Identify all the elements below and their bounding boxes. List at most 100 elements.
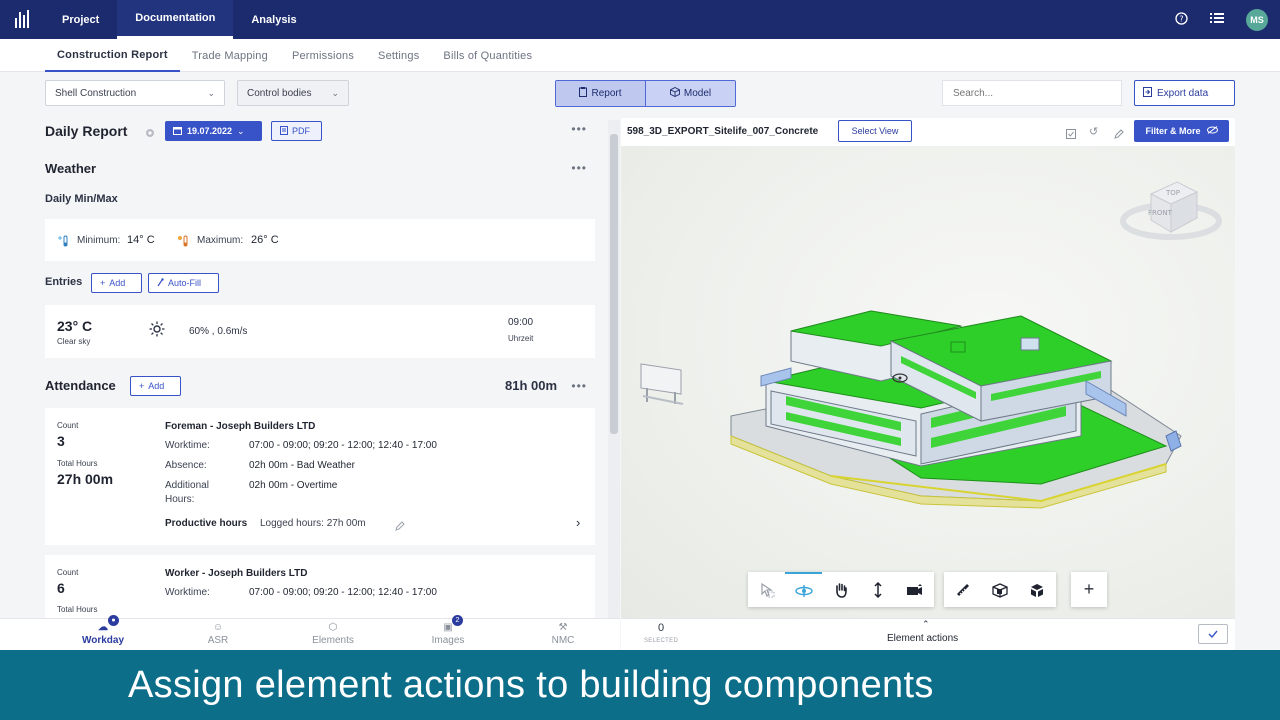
attendance-group-card[interactable]: Count 3 Total Hours 27h 00m Foreman - Jo… — [45, 408, 595, 545]
daily-report-panel: Daily Report 19.07.2022 ⌄ PDF ••• Weathe… — [45, 118, 597, 618]
select-box-icon[interactable] — [748, 572, 785, 607]
tab-construction-report[interactable]: Construction Report — [45, 39, 180, 72]
report-view-label: Report — [591, 88, 622, 99]
nmc-icon: ⚒ — [558, 622, 568, 633]
nav-documentation[interactable]: Documentation — [117, 0, 234, 39]
attendance-total: 81h 00m — [505, 378, 558, 393]
image-icon: ▣ — [443, 622, 453, 633]
images-label: Images — [431, 635, 465, 646]
edit-pencil-icon[interactable] — [395, 518, 405, 536]
app-logo-icon[interactable] — [0, 0, 44, 39]
ruler-icon[interactable] — [944, 572, 981, 607]
select-view-button[interactable]: Select View — [838, 120, 912, 142]
worktime-label: Worktime: — [165, 587, 210, 598]
plus-icon[interactable]: + — [1071, 572, 1107, 607]
element-actions-label[interactable]: Element actions — [887, 633, 958, 644]
chevron-down-icon: ⌄ — [331, 87, 339, 98]
cube-icon: ⬡ — [328, 622, 338, 633]
view-cube-icon[interactable]: TOP FRONT — [1120, 181, 1222, 240]
model-view-button[interactable]: Model — [645, 81, 735, 106]
control-bodies-value: Control bodies — [247, 87, 312, 99]
scrollbar-thumb[interactable] — [610, 134, 618, 434]
tab-permissions[interactable]: Permissions — [280, 39, 366, 72]
checkbox-icon[interactable] — [1066, 126, 1076, 144]
help-icon[interactable]: ? — [1175, 11, 1188, 28]
pencil-icon[interactable] — [1114, 126, 1124, 144]
confirm-checkmark-button[interactable] — [1198, 624, 1228, 644]
person-icon: ☺ — [212, 622, 224, 633]
report-view-button[interactable]: Report — [556, 81, 645, 106]
max-label: Maximum: — [197, 235, 244, 246]
filter-more-button[interactable]: Filter & More — [1134, 120, 1229, 142]
bottom-nav-images[interactable]: ▣ 2 Images — [403, 615, 493, 651]
add-attendance-label: Add — [148, 381, 165, 391]
chevron-up-icon[interactable]: ⌃ — [922, 619, 930, 630]
chevron-right-icon[interactable]: › — [576, 515, 580, 530]
view-cube-front: FRONT — [1148, 209, 1173, 217]
bottom-nav-workday[interactable]: ☁ ● Workday — [58, 615, 148, 651]
zoom-vertical-icon[interactable] — [859, 572, 896, 607]
camera-icon[interactable] — [896, 572, 933, 607]
explode-cube-icon[interactable] — [1018, 572, 1055, 607]
pdf-button[interactable]: PDF — [271, 121, 322, 141]
bottom-nav-elements[interactable]: ⬡ Elements — [288, 619, 378, 651]
report-scrollbar[interactable] — [608, 120, 620, 618]
weather-heading: Weather — [45, 161, 97, 176]
count-label: Count — [57, 421, 79, 430]
total-hours-label: Total Hours — [57, 459, 98, 468]
elements-label: Elements — [312, 635, 354, 646]
weather-entry-card[interactable]: 23° C Clear sky 60% , 0.6m/s 09:00 Uhrze… — [45, 305, 595, 358]
tab-settings[interactable]: Settings — [366, 39, 431, 72]
sun-icon — [149, 321, 165, 342]
top-right-actions: ? MS — [1175, 0, 1268, 39]
pan-hand-icon[interactable] — [822, 572, 859, 607]
attendance-group-card[interactable]: Count 6 Total Hours Worker - Joseph Buil… — [45, 555, 595, 618]
control-bodies-select[interactable]: Control bodies ⌄ — [237, 80, 349, 106]
worktime-value: 07:00 - 09:00; 09:20 - 12:00; 12:40 - 17… — [249, 587, 437, 598]
search-input[interactable] — [942, 80, 1122, 106]
min-value: 14° C — [127, 234, 155, 246]
page-title: Daily Report — [45, 123, 128, 139]
sub-tabs: Construction Report Trade Mapping Permis… — [0, 39, 1280, 72]
model-viewer-3d[interactable]: TOP FRONT — [621, 146, 1235, 618]
min-label: Minimum: — [77, 235, 121, 246]
calendar-icon — [173, 126, 182, 137]
auto-fill-label: Auto-Fill — [168, 278, 202, 288]
entry-condition: Clear sky — [57, 337, 91, 346]
list-icon[interactable] — [1210, 12, 1224, 27]
viewer-header: 598_3D_EXPORT_Sitelife_007_Concrete Sele… — [621, 118, 1235, 146]
cold-thermometer-icon — [57, 234, 71, 252]
section-select[interactable]: Shell Construction ⌄ — [45, 80, 225, 106]
bottom-nav-asr[interactable]: ☺ ASR — [173, 619, 263, 651]
tab-bills-of-quantities[interactable]: Bills of Quantities — [431, 39, 544, 72]
export-data-button[interactable]: Export data — [1134, 80, 1235, 106]
selected-label: SELECTED — [644, 638, 679, 644]
attendance-more-icon[interactable]: ••• — [571, 379, 587, 393]
worktime-value: 07:00 - 09:00; 09:20 - 12:00; 12:40 - 17… — [249, 440, 437, 451]
orbit-icon[interactable] — [785, 572, 822, 607]
bottom-nav: ☁ ● Workday ☺ ASR ⬡ Elements ▣ 2 Images … — [0, 615, 620, 651]
date-picker-button[interactable]: 19.07.2022 ⌄ — [165, 121, 262, 141]
plus-icon: + — [139, 381, 145, 391]
workday-icon: ☁ — [98, 622, 108, 633]
settings-gear-icon[interactable] — [145, 125, 155, 143]
section-box-icon[interactable] — [981, 572, 1018, 607]
cube-icon — [669, 86, 680, 100]
weather-minmax-card: Minimum: 14° C Maximum: 26° C — [45, 219, 595, 261]
add-entry-button[interactable]: + Add — [91, 273, 142, 293]
bottom-nav-nmc[interactable]: ⚒ NMC — [518, 619, 608, 651]
nav-analysis[interactable]: Analysis — [233, 0, 314, 39]
checkmark-icon — [1208, 625, 1218, 643]
auto-fill-button[interactable]: Auto-Fill — [148, 273, 219, 293]
tab-trade-mapping[interactable]: Trade Mapping — [180, 39, 280, 72]
weather-more-icon[interactable]: ••• — [571, 161, 587, 175]
report-more-icon[interactable]: ••• — [571, 122, 587, 136]
avatar[interactable]: MS — [1246, 8, 1268, 31]
undo-icon[interactable]: ↺ — [1089, 125, 1098, 138]
building-model[interactable]: TOP FRONT — [621, 146, 1235, 618]
video-caption: Assign element actions to building compo… — [0, 650, 1280, 720]
nav-project[interactable]: Project — [44, 0, 117, 39]
view-cube-top: TOP — [1165, 189, 1180, 197]
add-attendance-button[interactable]: + Add — [130, 376, 181, 396]
export-data-label: Export data — [1157, 87, 1209, 99]
